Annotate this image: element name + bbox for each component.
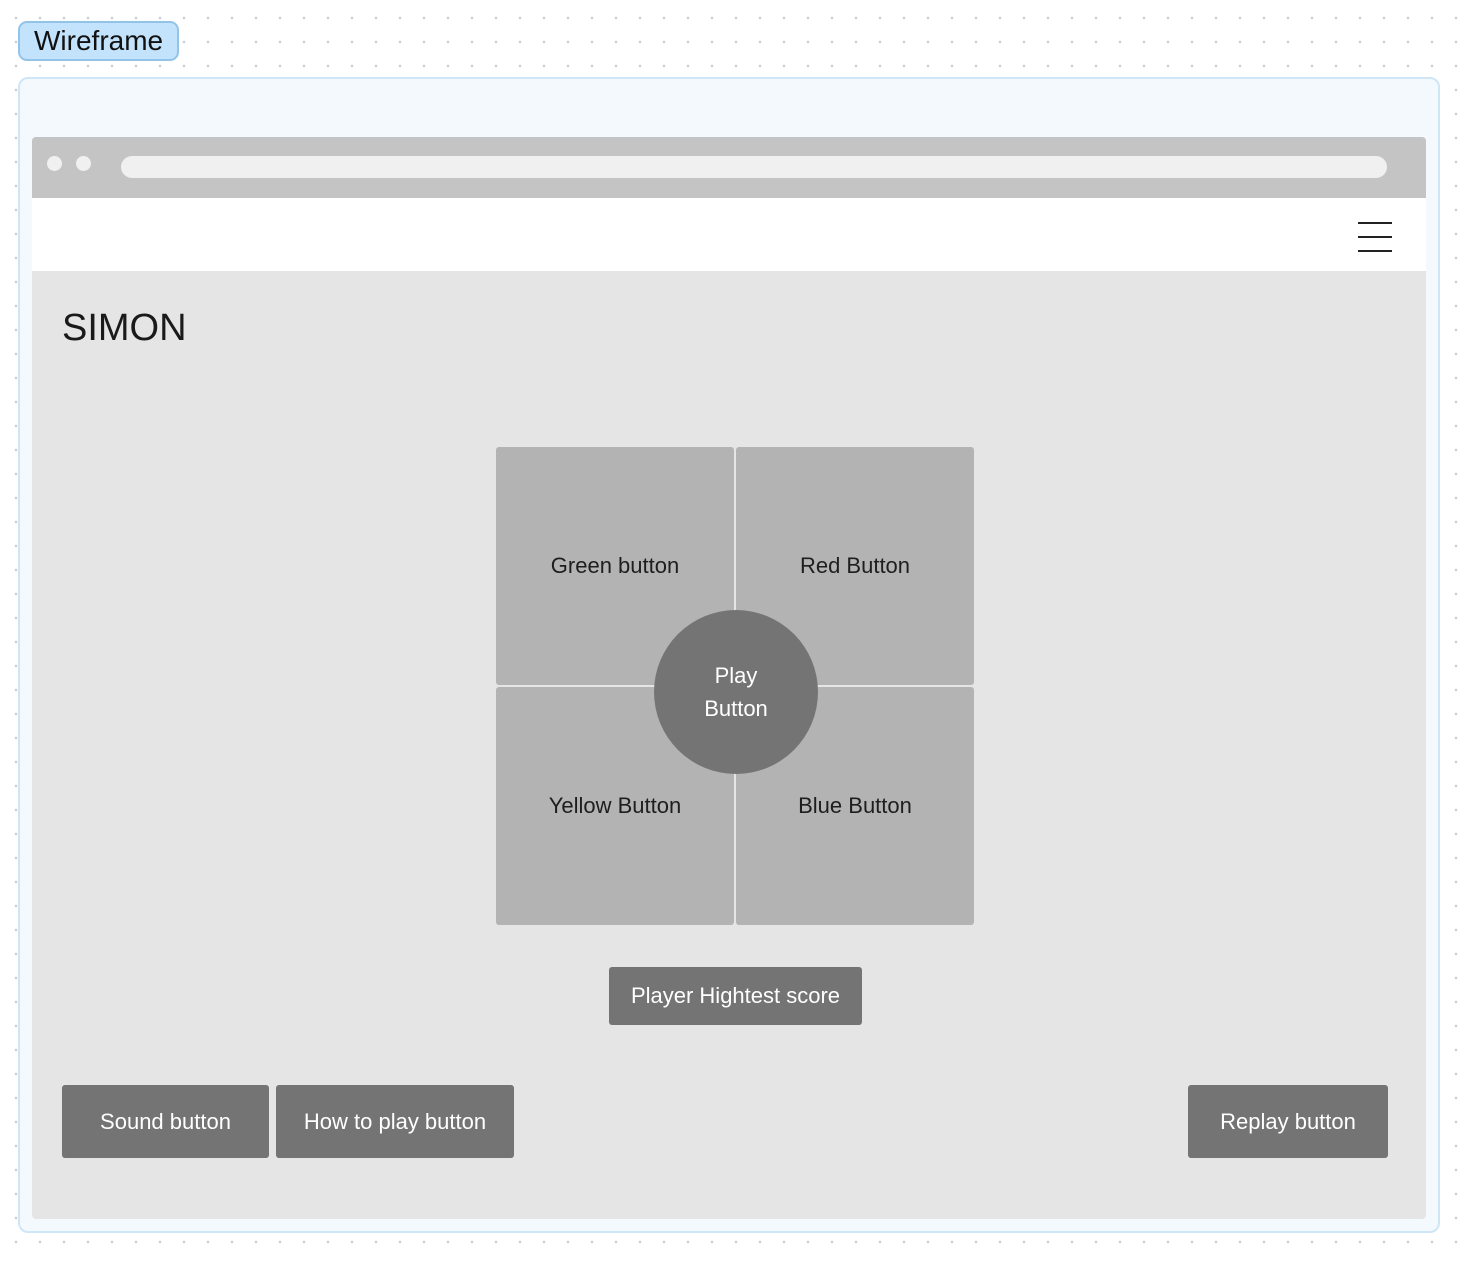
replay-button[interactable]: Replay button <box>1188 1085 1388 1158</box>
browser-chrome <box>32 137 1426 198</box>
red-button-label: Red Button <box>799 553 911 578</box>
player-highest-score-label: Player Hightest score <box>630 983 841 1008</box>
address-bar[interactable] <box>121 156 1387 178</box>
green-button-label: Green button <box>550 553 680 578</box>
sound-button-label: Sound button <box>100 1108 231 1134</box>
play-button-label: Play Button <box>704 663 768 721</box>
window-dot-2 <box>76 156 91 171</box>
how-to-play-button-label: How to play button <box>303 1108 487 1134</box>
browser-window: SIMON Green button Red Button Yellow But… <box>32 137 1426 1219</box>
window-dot-1 <box>47 156 62 171</box>
sound-button[interactable]: Sound button <box>62 1085 269 1158</box>
replay-button-label: Replay button <box>1220 1108 1356 1134</box>
yellow-button-label: Yellow Button <box>548 793 682 818</box>
top-navbar <box>32 198 1426 271</box>
blue-button-label: Blue Button <box>798 793 912 818</box>
play-button[interactable]: Play Button <box>654 610 818 774</box>
player-highest-score-button[interactable]: Player Hightest score <box>609 967 862 1025</box>
frame-label: Wireframe <box>18 21 180 61</box>
hamburger-menu-icon[interactable] <box>1358 222 1392 252</box>
how-to-play-button[interactable]: How to play button <box>276 1085 514 1158</box>
page-title: SIMON <box>62 307 187 349</box>
